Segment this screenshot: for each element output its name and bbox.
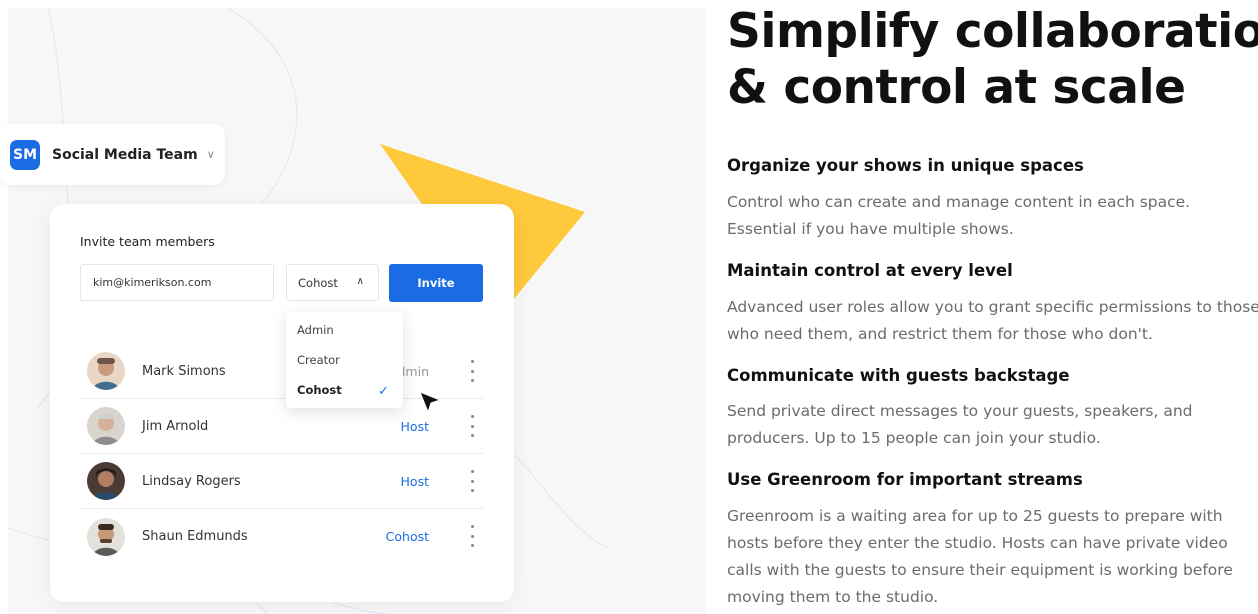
- team-switcher[interactable]: SM Social Media Team ∨: [0, 124, 225, 185]
- more-options-icon[interactable]: [469, 415, 475, 437]
- role-select[interactable]: Cohost ∧: [286, 264, 379, 301]
- invite-title: Invite team members: [80, 234, 215, 249]
- chevron-up-icon: ∧: [356, 276, 364, 287]
- role-dropdown: Admin Creator Cohost ✓: [286, 312, 403, 408]
- member-role[interactable]: Host: [401, 419, 429, 434]
- avatar: [87, 462, 125, 500]
- feature-body: Greenroom is a waiting area for up to 25…: [727, 507, 1233, 606]
- headline-line-1: Simplify collaboration: [727, 4, 1258, 59]
- more-options-icon[interactable]: [469, 360, 475, 382]
- dropdown-option-admin[interactable]: Admin: [297, 323, 334, 337]
- feature-body: Send private direct messages to your gue…: [727, 402, 1193, 447]
- member-role[interactable]: Host: [401, 474, 429, 489]
- member-name: Shaun Edmunds: [142, 529, 248, 544]
- member-name: Mark Simons: [142, 363, 226, 379]
- page-headline: Simplify collaboration & control at scal…: [727, 4, 1258, 116]
- mouse-cursor-icon: [419, 391, 442, 414]
- more-options-icon[interactable]: [469, 470, 475, 492]
- chevron-down-icon: ∨: [206, 148, 215, 161]
- member-name: Lindsay Rogers: [142, 473, 241, 489]
- feature-text-panel: Simplify collaboration & control at scal…: [727, 0, 1258, 614]
- dropdown-option-creator[interactable]: Creator: [297, 353, 340, 367]
- invite-card: Invite team members kim@kimerikson.com C…: [50, 204, 514, 602]
- checkmark-icon: ✓: [378, 384, 389, 399]
- feature-title: Maintain control at every level: [727, 261, 1013, 280]
- feature-title: Use Greenroom for important streams: [727, 470, 1083, 489]
- avatar: [87, 517, 125, 556]
- dropdown-option-cohost[interactable]: Cohost: [297, 383, 342, 397]
- feature-body: Control who can create and manage conten…: [727, 193, 1191, 238]
- feature-title: Communicate with guests backstage: [727, 366, 1070, 385]
- invite-button[interactable]: Invite: [389, 264, 483, 302]
- member-row: Lindsay Rogers Host: [80, 454, 483, 509]
- role-select-value: Cohost: [298, 275, 338, 290]
- member-name: Jim Arnold: [142, 418, 209, 434]
- feature-title: Organize your shows in unique spaces: [727, 156, 1084, 175]
- avatar: [87, 352, 125, 390]
- member-row: Shaun Edmunds Cohost: [80, 509, 483, 564]
- email-input[interactable]: kim@kimerikson.com: [80, 264, 274, 301]
- more-options-icon[interactable]: [469, 525, 475, 547]
- member-role[interactable]: Cohost: [386, 529, 429, 544]
- team-name: Social Media Team: [52, 146, 198, 163]
- team-avatar: SM: [10, 139, 40, 170]
- headline-line-2: & control at scale: [727, 60, 1186, 115]
- feature-body: Advanced user roles allow you to grant s…: [727, 298, 1258, 343]
- avatar: [87, 407, 125, 445]
